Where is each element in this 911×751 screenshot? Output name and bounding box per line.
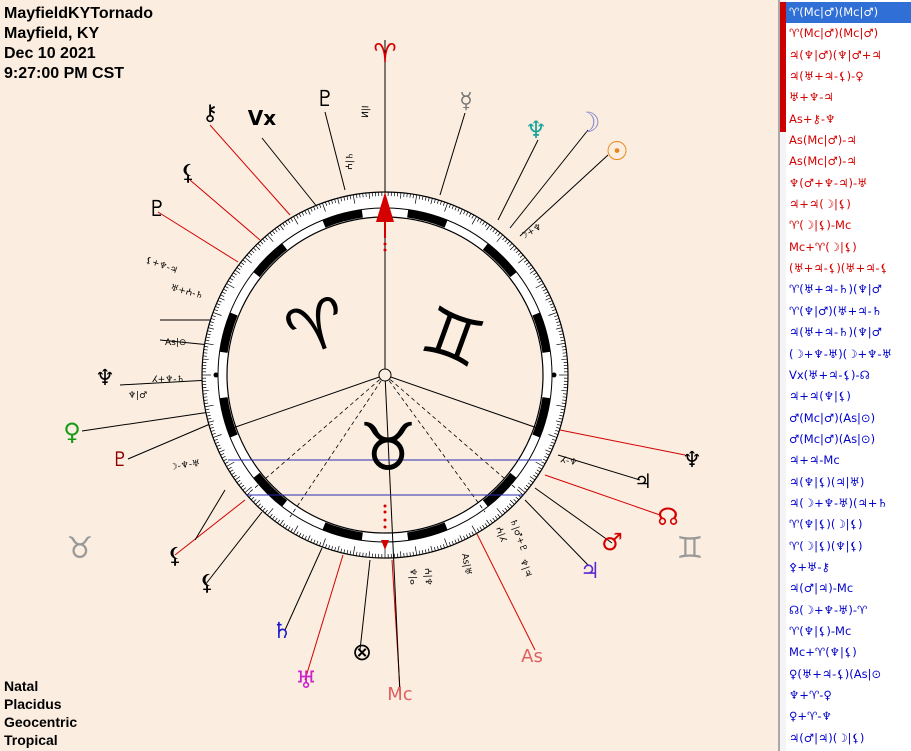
aspect-list-item[interactable]: ⚴+♅-⚷ [786, 557, 911, 578]
aspect-list-item[interactable]: ♃(♆|♂)(♆|♂+♃ [786, 45, 911, 66]
moon-icon: ☽ [575, 106, 600, 139]
aspect-list-item[interactable]: Mc+♈(♆|⚸) [786, 642, 911, 663]
pluto-red-icon: ♇ [111, 447, 129, 471]
asc-label: As [521, 646, 543, 667]
aspect-list-item[interactable]: ♃(♅+♃-⚸)-♀ [786, 66, 911, 87]
aspect-list-item[interactable]: ♃(♆|⚸)(♃|♅) [786, 472, 911, 493]
uranian-cupido-icon: ⚸ [199, 571, 215, 596]
sun-icon: ☉ [605, 137, 628, 167]
midpoint-note: ♆|♂ [128, 391, 147, 401]
aspect-list-item[interactable]: ♃(♂|♃)-Mc [786, 578, 911, 599]
venus-icon: ♀ [63, 418, 81, 446]
aspect-list-item[interactable]: ♅+♆-♃ [786, 87, 911, 108]
aspect-list-item[interactable]: ♂(Mc|♂)(As|⊙) [786, 429, 911, 450]
aspect-list-item[interactable]: As(Mc|♂)-♃ [786, 130, 911, 151]
chart-name: MayfieldKYTornado [4, 5, 154, 22]
mc-label: Mc [387, 684, 412, 705]
uranus-icon: ♅ [295, 666, 317, 694]
uranian-apollon-icon: ♆ [95, 366, 115, 391]
aspect-list-item[interactable]: ♃+♃-Mc [786, 450, 911, 471]
aspect-list[interactable]: ♈(Mc|♂)(Mc|♂) ♈(Mc|♂)(Mc|♂) ♃(♆|♂)(♆|♂+♃ ♃(… [786, 2, 911, 751]
aspect-list-item[interactable]: (♅+♃-⚸)(♅+♃-⚸ [786, 258, 911, 279]
uranian-kronos-icon: ♃ [634, 469, 652, 493]
perspective: Geocentric [4, 714, 78, 730]
aspect-list-item[interactable]: ♃(☽+♆-♅)(♃+♄ [786, 493, 911, 514]
aspect-list-item[interactable]: ♀(♅+♃-⚸)(As|⊙ [786, 664, 911, 685]
chiron-icon: ⚷ [202, 101, 218, 126]
midpoint-note: ♅+ⵄ-♄ [169, 283, 204, 301]
aspect-list-item[interactable]: ♃(♅+♃-♄)(♆|♂ [786, 322, 911, 343]
uranian-admetos-icon: ♆ [682, 448, 702, 473]
aries-cusp-glyph: ♈ [373, 39, 396, 69]
chart-type: Natal [4, 678, 39, 694]
inner-taurus-glyph: ♉ [358, 409, 417, 486]
aspect-list-item[interactable]: ♃+♃(♆|⚸) [786, 386, 911, 407]
aspect-list-item[interactable]: ♈(Mc|♂)(Mc|♂) [786, 23, 911, 44]
aspect-list-item[interactable]: ♈(♅+♃-♄)(♆|♂ [786, 279, 911, 300]
midpoint-note: ⵄ|♄ [345, 152, 356, 170]
asc-dot [213, 372, 219, 378]
aspect-list-item[interactable]: ♆+♈-♀ [786, 685, 911, 706]
aspect-list-item[interactable]: ☊(☽+♆-♅)-♈ [786, 600, 911, 621]
aspect-list-item[interactable]: ♃(♂|♃)(☽|⚸) [786, 728, 911, 749]
jupiter-icon: ♃ [580, 559, 600, 584]
midpoint-note: ⵄ|♆ [422, 568, 433, 586]
chart-wheel[interactable]: ♈ ♊ ♉ ♈ ♊ ♉ ⚷ Vx ♇ ☿ ♆ ☽ ☉ ⚸ ♇ ♆ ♀ ♇ ♆ ♃… [0, 0, 778, 751]
pluto-icon: ♇ [315, 87, 335, 112]
aspect-list-panel[interactable]: ♈(Mc|♂)(Mc|♂) ♈(Mc|♂)(Mc|♂) ♃(♆|♂)(♆|♂+♃ ♃(… [778, 0, 911, 751]
aspect-list-item[interactable]: ♈(♆|♂)(♅+♃-♄ [786, 301, 911, 322]
aspect-list-item[interactable]: ♈(Mc|♂)(Mc|♂) [786, 2, 911, 24]
aspect-list-item[interactable]: As(Mc|♂)-♃ [786, 151, 911, 172]
chart-location: Mayfield, KY [4, 25, 100, 42]
saturn-icon: ♄ [272, 619, 292, 644]
aspect-list-item[interactable]: ♈(☽|⚸)-Mc [786, 215, 911, 236]
midpoint-note: As|♅ [459, 553, 473, 576]
north-node-icon: ☊ [657, 503, 678, 531]
house-system: Placidus [4, 696, 62, 712]
aspect-list-item[interactable]: (☽+♆-♅)(☽+♆-♅ [786, 344, 911, 365]
aspect-list-item[interactable]: ♈(♆|⚸)-Mc [786, 621, 911, 642]
aspect-list-item[interactable]: As+⚷-♆ [786, 109, 911, 130]
midpoint-note: ♄|♂+♇ [507, 518, 528, 554]
mars-icon: ♂ [601, 528, 623, 556]
uranian-hades-icon: ♇ [147, 197, 167, 222]
neptune-icon: ♆ [525, 116, 547, 144]
aspect-list-item[interactable]: ♃+♃(☽|⚸) [786, 194, 911, 215]
gemini-cusp-glyph: ♊ [677, 531, 704, 566]
midpoint-note: ⵄ|ⵃ [493, 526, 508, 544]
aspect-list-item[interactable]: Mc+♈(☽|⚸) [786, 237, 911, 258]
part-of-fortune-icon: ⊗ [352, 638, 372, 666]
aspect-list-item[interactable]: ♂(Mc|♂)(As|⊙) [786, 408, 911, 429]
vertex-label: Vx [248, 106, 276, 130]
dsc-dot [551, 372, 557, 378]
midpoint-note: ⵃ-♆ [559, 455, 578, 468]
center-point [378, 368, 392, 382]
midpoint-note: ⵍ|ⵏ [361, 105, 371, 118]
mercury-icon: ☿ [459, 89, 473, 114]
aspect-list-item[interactable]: ♈(♆|⚸)(☽|⚸) [786, 514, 911, 535]
midpoint-note: ⚸+♆-♃ [144, 255, 179, 276]
midpoint-note: ♆|♃ [517, 558, 533, 579]
chart-time: 9:27:00 PM CST [4, 65, 125, 82]
midpoint-note: ♆|ⴰ [407, 568, 418, 585]
chart-date: Dec 10 2021 [4, 45, 96, 62]
zodiac: Tropical [4, 732, 58, 748]
midpoint-note: As|⊙ [165, 338, 186, 348]
aspect-list-item[interactable]: ♀+♈-♆ [786, 706, 911, 727]
taurus-cusp-glyph: ♉ [67, 531, 94, 566]
midpoint-note: ⵃ+♆-♄ [152, 375, 185, 385]
lilith-icon: ⚸ [180, 161, 196, 186]
uranian-zeus-icon: ⚸ [167, 544, 183, 569]
aspect-list-item[interactable]: ♆(♂+♆-♃)-♅ [786, 173, 911, 194]
midpoint-note: ☽-♆-♅ [169, 459, 201, 473]
aspect-list-item[interactable]: Vx(♅+♃-⚸)-☊ [786, 365, 911, 386]
aspect-list-item[interactable]: ♈(☽|⚸)(♆|⚸) [786, 536, 911, 557]
chart-area[interactable]: ♈ ♊ ♉ ♈ ♊ ♉ ⚷ Vx ♇ ☿ ♆ ☽ ☉ ⚸ ♇ ♆ ♀ ♇ ♆ ♃… [0, 0, 778, 751]
